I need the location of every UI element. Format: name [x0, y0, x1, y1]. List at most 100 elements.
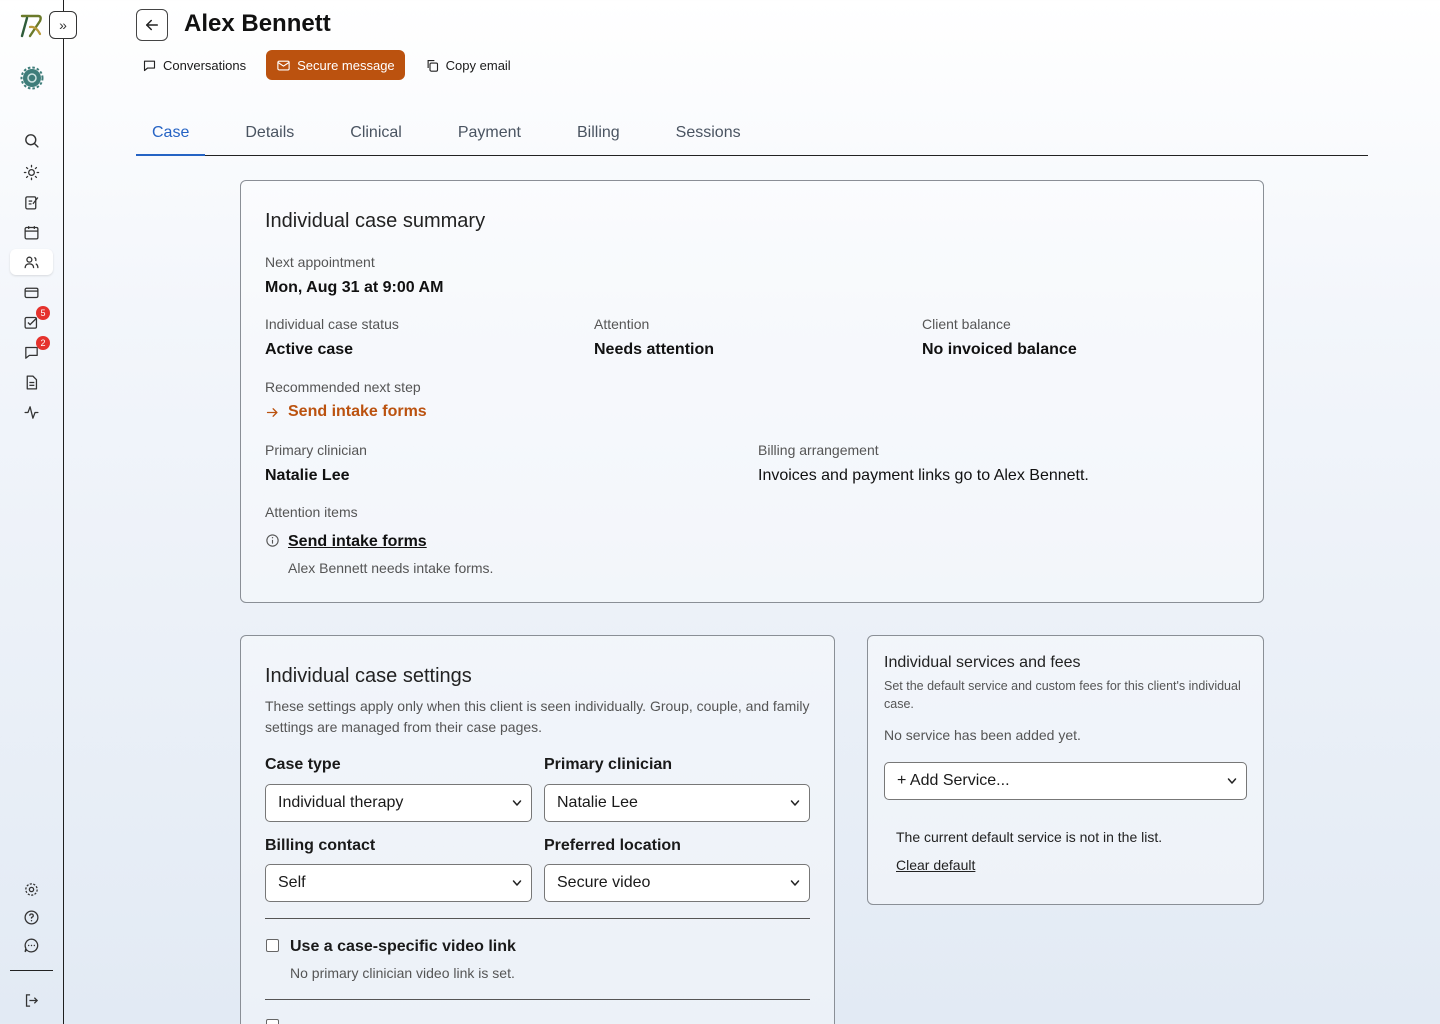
conversations-button[interactable]: Conversations [136, 50, 252, 80]
gear-icon [25, 882, 38, 896]
settings-divider [265, 918, 810, 919]
video-link-label: Use a case-specific video link [290, 938, 516, 955]
tab-billing[interactable]: Billing [561, 116, 636, 156]
users-icon [24, 256, 39, 268]
sidebar-item-notes[interactable] [10, 189, 53, 215]
chevron-down-icon [1227, 778, 1237, 784]
services-fees-card: Individual services and fees Set the def… [867, 635, 1264, 905]
case-type-label: Case type [265, 756, 341, 773]
tab-clinical[interactable]: Clinical [334, 116, 418, 156]
copy-email-button[interactable]: Copy email [419, 50, 517, 80]
preferred-location-select[interactable]: Secure video [544, 864, 810, 902]
sidebar-item-feedback[interactable] [10, 932, 53, 958]
primary-clinician-select-value: Natalie Lee [557, 794, 638, 811]
attention-item-link[interactable]: Send intake forms [288, 533, 427, 551]
page-title: Alex Bennett [184, 10, 331, 37]
secure-message-label: Secure message [297, 57, 395, 73]
help-icon [24, 909, 39, 925]
tasks-badge: 5 [36, 306, 50, 320]
info-icon [265, 533, 280, 553]
sidebar-item-today[interactable] [10, 159, 53, 185]
next-step-link[interactable]: Send intake forms [265, 403, 427, 421]
search-icon [25, 133, 39, 148]
billing-arrangement-value: Invoices and payment links go to Alex Be… [758, 467, 1089, 484]
credit-card-icon [24, 287, 39, 298]
client-balance-value: No invoiced balance [922, 341, 1077, 358]
primary-clinician-field-label: Primary clinician [544, 756, 673, 773]
chat-bubble-icon [24, 937, 39, 952]
copy-icon [427, 59, 438, 72]
sidebar-item-messages[interactable]: 2 [10, 336, 53, 365]
case-settings-card: Individual case settings These settings … [240, 635, 835, 1024]
attention-items-label: Attention items [265, 504, 358, 520]
mail-icon [277, 60, 290, 70]
billing-contact-value: Self [278, 874, 306, 891]
attention-value: Needs attention [594, 341, 715, 358]
case-summary-title: Individual case summary [265, 210, 486, 232]
sidebar-item-calendar[interactable] [10, 219, 53, 245]
next-setting-checkbox[interactable] [266, 1019, 279, 1024]
sidebar-item-documents[interactable] [10, 369, 53, 395]
primary-clinician-label: Primary clinician [265, 442, 367, 458]
next-step-label: Recommended next step [265, 379, 421, 395]
sidebar-item-tasks[interactable]: 5 [10, 306, 53, 335]
secure-message-button[interactable]: Secure message [266, 50, 405, 80]
client-tabs: Case Details Clinical Payment Billing Se… [136, 116, 1368, 156]
chevron-down-icon [790, 880, 800, 886]
settings-divider [265, 999, 810, 1000]
video-link-description: No primary clinician video link is set. [290, 965, 515, 981]
preferred-location-label: Preferred location [544, 837, 681, 854]
message-icon [143, 60, 156, 71]
sidebar-item-clients[interactable] [10, 249, 53, 275]
sidebar-item-search[interactable] [10, 127, 53, 153]
sidebar-item-payments[interactable] [10, 279, 53, 305]
edit-note-icon [25, 195, 39, 210]
tab-details[interactable]: Details [229, 116, 310, 156]
copy-email-label: Copy email [445, 57, 511, 73]
attention-label: Attention [594, 316, 650, 332]
billing-contact-label: Billing contact [265, 837, 376, 854]
logout-icon [25, 993, 39, 1007]
case-type-select[interactable]: Individual therapy [265, 784, 532, 822]
client-actions: Conversations Secure message Copy email [136, 50, 517, 80]
sidebar-item-logout[interactable] [10, 987, 53, 1013]
case-settings-title: Individual case settings [265, 665, 472, 687]
services-description: Set the default service and custom fees … [884, 679, 1241, 711]
sidebar-divider [10, 970, 53, 971]
arrow-left-icon [146, 19, 158, 31]
case-settings-description: These settings apply only when this clie… [265, 698, 810, 735]
attention-item-description: Alex Bennett needs intake forms. [288, 560, 494, 576]
client-balance-label: Client balance [922, 316, 1011, 332]
app-logo-icon [18, 12, 46, 40]
tab-case[interactable]: Case [136, 116, 206, 156]
messages-badge: 2 [36, 336, 50, 350]
case-status-value: Active case [265, 341, 354, 358]
case-type-value: Individual therapy [278, 794, 404, 811]
sun-icon [23, 164, 40, 180]
billing-contact-select[interactable]: Self [265, 864, 532, 902]
practice-badge-icon[interactable] [20, 66, 44, 90]
sidebar-item-settings[interactable] [10, 876, 53, 902]
chevron-down-icon [790, 800, 800, 806]
services-title: Individual services and fees [884, 654, 1081, 671]
back-button[interactable] [136, 9, 168, 41]
preferred-location-value: Secure video [557, 874, 651, 891]
add-service-label: + Add Service... [897, 772, 1010, 789]
clear-default-link[interactable]: Clear default [896, 857, 975, 873]
case-status-label: Individual case status [265, 316, 399, 332]
sidebar-item-help[interactable] [10, 904, 53, 930]
sidebar-expand-button[interactable]: » [49, 11, 77, 39]
video-link-checkbox[interactable] [266, 939, 279, 952]
activity-icon [24, 405, 39, 419]
add-service-select[interactable]: + Add Service... [884, 762, 1247, 800]
chevron-down-icon [512, 800, 522, 806]
tab-sessions[interactable]: Sessions [660, 116, 757, 156]
default-missing-text: The current default service is not in th… [896, 829, 1163, 845]
tab-payment[interactable]: Payment [442, 116, 537, 156]
chevrons-right-icon: » [59, 17, 67, 33]
billing-arrangement-label: Billing arrangement [758, 442, 879, 458]
primary-clinician-select[interactable]: Natalie Lee [544, 784, 810, 822]
sidebar-item-activity[interactable] [10, 399, 53, 425]
case-summary-card: Individual case summary Next appointment… [240, 180, 1264, 603]
next-appointment-value: Mon, Aug 31 at 9:00 AM [265, 279, 444, 296]
